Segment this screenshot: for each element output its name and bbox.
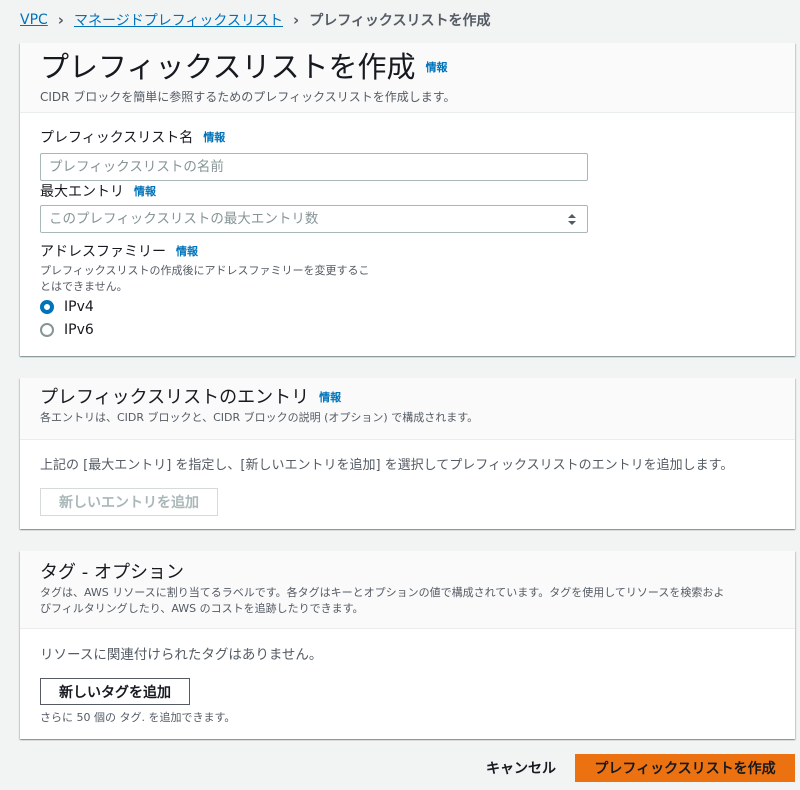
- info-link[interactable]: 情報: [203, 129, 225, 145]
- section-title-text: プレフィックスリストのエントリ: [40, 387, 310, 408]
- create-prefix-list-panel: プレフィックスリストを作成 情報 CIDR ブロックを簡単に参照するためのプレフ…: [20, 43, 795, 356]
- breadcrumb-managed-prefix-lists[interactable]: マネージドプレフィックスリスト: [74, 10, 283, 30]
- input-placeholder: プレフィックスリストの名前: [49, 159, 224, 175]
- no-tags-text: リソースに関連付けられたタグはありません。: [40, 647, 323, 663]
- page-description: CIDR ブロックを簡単に参照するためのプレフィックスリストを作成します。: [40, 90, 456, 104]
- breadcrumb-current: プレフィックスリストを作成: [309, 13, 491, 29]
- page-title: プレフィックスリストを作成: [40, 50, 416, 84]
- radio-unselected-icon[interactable]: [40, 323, 54, 337]
- description-line: とはできません。: [40, 280, 128, 293]
- breadcrumb: VPC › マネージドプレフィックスリスト › プレフィックスリストを作成: [20, 10, 491, 30]
- address-family-label: アドレスファミリー 情報: [40, 241, 369, 261]
- section-description: タグは、AWS リソースに割り当てるラベルです。各タグはキーとオプションの値で構…: [40, 585, 775, 617]
- section-description: 各エントリは、CIDR ブロックと、CIDR ブロックの説明 (オプション) で…: [40, 411, 479, 424]
- tags-panel: タグ - オプション タグは、AWS リソースに割り当てるラベルです。各タグはキ…: [20, 551, 795, 739]
- description-line: びフィルタリングしたり、AWS のコストを追跡したりできます。: [40, 602, 364, 615]
- max-entries-input[interactable]: このプレフィックスリストの最大エントリ数: [40, 205, 588, 233]
- empty-entries-text: 上記の [最大エントリ] を指定し、[新しいエントリを追加] を選択してプレフィ…: [40, 458, 734, 473]
- create-prefix-list-button[interactable]: プレフィックスリストを作成: [575, 754, 795, 782]
- radio-label: IPv4: [64, 299, 94, 315]
- breadcrumb-vpc[interactable]: VPC: [20, 12, 48, 28]
- add-entry-button[interactable]: 新しいエントリを追加: [40, 488, 218, 516]
- prefix-list-entries-panel: プレフィックスリストのエントリ 情報 各エントリは、CIDR ブロックと、CID…: [20, 378, 795, 529]
- panel-header: プレフィックスリストのエントリ 情報 各エントリは、CIDR ブロックと、CID…: [20, 378, 795, 440]
- panel-header: タグ - オプション タグは、AWS リソースに割り当てるラベルです。各タグはキ…: [20, 551, 795, 629]
- max-entries-label: 最大エントリ 情報: [40, 181, 156, 201]
- number-spinner-icon[interactable]: [567, 213, 577, 226]
- input-placeholder: このプレフィックスリストの最大エントリ数: [49, 211, 319, 227]
- prefix-list-name-label: プレフィックスリスト名 情報: [40, 127, 225, 147]
- chevron-right-icon: ›: [293, 11, 300, 29]
- prefix-list-name-input[interactable]: プレフィックスリストの名前: [40, 153, 588, 181]
- field-label-text: アドレスファミリー: [40, 244, 166, 260]
- field-label-text: 最大エントリ: [40, 184, 124, 200]
- info-link[interactable]: 情報: [319, 386, 341, 410]
- add-tag-button[interactable]: 新しいタグを追加: [40, 678, 190, 705]
- info-link[interactable]: 情報: [426, 59, 448, 75]
- description-line: タグは、AWS リソースに割り当てるラベルです。各タグはキーとオプションの値で構…: [40, 586, 725, 599]
- description-line: プレフィックスリストの作成後にアドレスファミリーを変更するこ: [40, 264, 370, 277]
- chevron-right-icon: ›: [57, 11, 64, 29]
- radio-label: IPv6: [64, 322, 94, 338]
- address-family-radio-group: IPv4 IPv6: [40, 296, 94, 341]
- address-family-description: プレフィックスリストの作成後にアドレスファミリーを変更するこ とはできません。: [40, 263, 369, 295]
- panel-header: プレフィックスリストを作成 情報 CIDR ブロックを簡単に参照するためのプレフ…: [20, 43, 795, 113]
- section-title: プレフィックスリストのエントリ 情報: [40, 386, 775, 410]
- radio-selected-icon[interactable]: [40, 300, 54, 314]
- cancel-button[interactable]: キャンセル: [486, 758, 556, 778]
- field-label-text: プレフィックスリスト名: [40, 130, 194, 146]
- section-title: タグ - オプション: [40, 562, 184, 583]
- tags-remaining-text: さらに 50 個の タグ. を追加できます。: [40, 711, 236, 724]
- radio-ipv6[interactable]: IPv6: [40, 319, 94, 341]
- info-link[interactable]: 情報: [134, 183, 156, 199]
- radio-ipv4[interactable]: IPv4: [40, 296, 94, 318]
- info-link[interactable]: 情報: [176, 243, 198, 259]
